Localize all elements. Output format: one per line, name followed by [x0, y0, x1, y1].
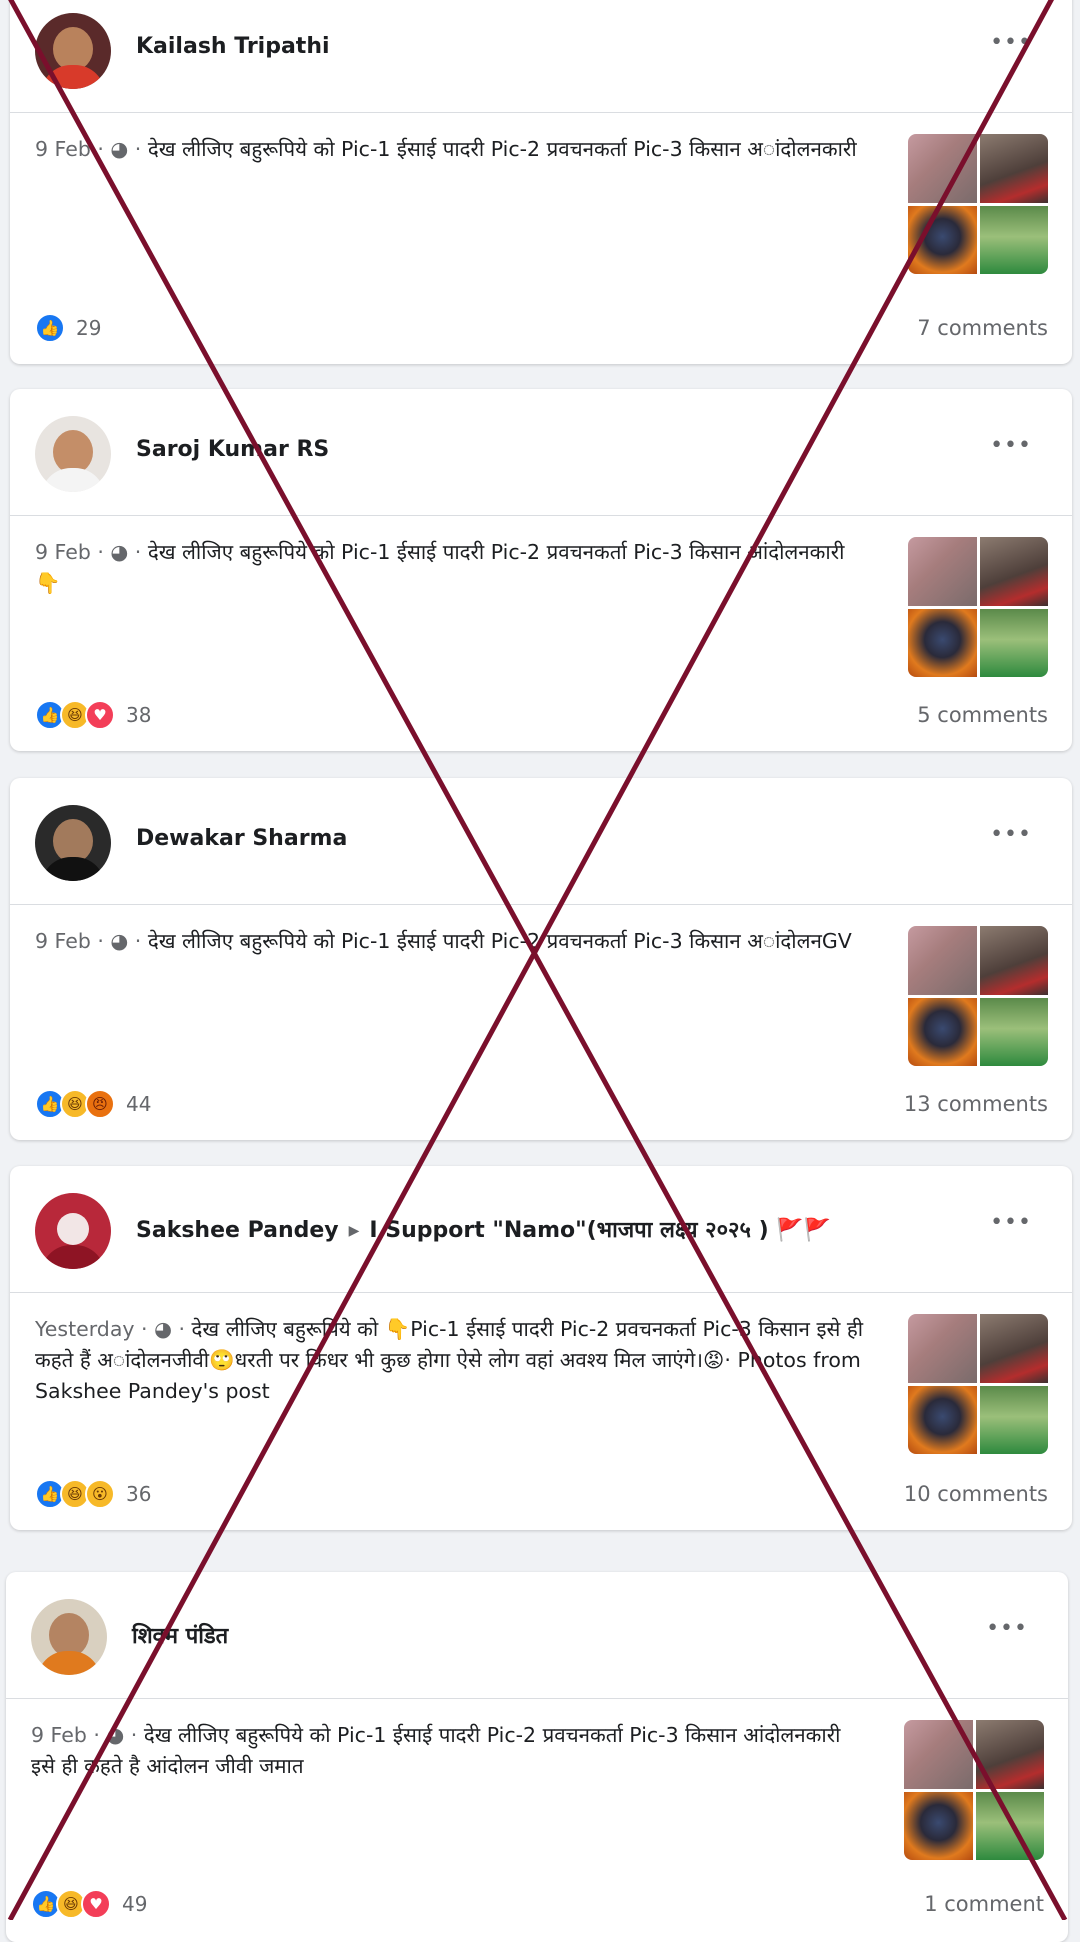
love-reaction-icon: ♥ — [85, 700, 115, 730]
post-body: देख लीजिए बहुरूपिये को Pic-1 ईसाई पादरी … — [147, 929, 852, 953]
angry-reaction-icon: 😠 — [85, 1089, 115, 1119]
author-name[interactable]: Kailash Tripathi — [136, 34, 330, 59]
photo-thumbnail[interactable] — [908, 1314, 977, 1383]
post-timestamp[interactable]: Yesterday — [35, 1317, 135, 1341]
post-text: 9 Feb · ◕ · देख लीजिए बहुरूपिये को Pic-1… — [35, 134, 865, 165]
post-card: Sakshee Pandey ▶ I Support "Namo"(भाजपा लक… — [10, 1166, 1072, 1530]
photo-thumbnail[interactable] — [979, 926, 1048, 995]
post-text: 9 Feb · ◕ · देख लीजिए बहुरूपिये को Pic-1… — [35, 537, 865, 599]
comment-count-link[interactable]: 5 comments — [917, 703, 1048, 727]
post-body: देख लीजिए बहुरूपिये को Pic-1 ईसाई पादरी … — [147, 137, 857, 161]
post-card: Dewakar Sharma ••• 9 Feb · ◕ · देख लीजिए… — [10, 778, 1072, 1140]
post-header: Dewakar Sharma ••• — [10, 778, 1072, 905]
reaction-count: 49 — [122, 1892, 148, 1916]
photo-thumbnail[interactable] — [908, 205, 977, 274]
post-card: Kailash Tripathi ••• 9 Feb · ◕ · देख लीज… — [10, 0, 1072, 364]
post-card: Saroj Kumar RS ••• 9 Feb · ◕ · देख लीजिए… — [10, 389, 1072, 751]
like-reaction-icon: 👍 — [35, 313, 65, 343]
reaction-summary[interactable]: 👍 😆 ♥ 38 — [35, 699, 151, 731]
post-meta-separator: · ◕ · — [90, 929, 148, 953]
photo-thumbnail[interactable] — [908, 134, 977, 203]
photo-thumbnail[interactable] — [904, 1720, 973, 1789]
post-timestamp[interactable]: 9 Feb — [35, 540, 91, 564]
photo-thumbnail[interactable] — [908, 1385, 977, 1454]
comment-count-link[interactable]: 10 comments — [904, 1482, 1048, 1506]
photo-thumbnail[interactable] — [979, 1385, 1048, 1454]
post-text: 9 Feb · ◕ · देख लीजिए बहुरूपिये को Pic-1… — [31, 1720, 861, 1782]
photo-thumbnail[interactable] — [979, 1314, 1048, 1383]
comment-count-link[interactable]: 1 comment — [924, 1892, 1044, 1916]
post-timestamp[interactable]: 9 Feb — [35, 137, 91, 161]
avatar[interactable] — [35, 805, 111, 881]
avatar[interactable] — [35, 13, 111, 89]
reaction-count: 44 — [126, 1092, 152, 1116]
author-name[interactable]: Sakshee Pandey ▶ I Support "Namo"(भाजपा लक… — [136, 1214, 831, 1244]
photo-grid[interactable] — [908, 926, 1048, 1066]
photo-thumbnail[interactable] — [979, 134, 1048, 203]
photo-thumbnail[interactable] — [979, 205, 1048, 274]
post-timestamp[interactable]: 9 Feb — [35, 929, 91, 953]
more-options-icon[interactable]: ••• — [990, 30, 1032, 55]
post-meta-separator: · ◕ · — [134, 1317, 192, 1341]
post-card: शिवम पंडित ••• 9 Feb · ◕ · देख लीजिए बहु… — [6, 1572, 1068, 1942]
reaction-summary[interactable]: 👍 😆 ♥ 49 — [31, 1888, 147, 1920]
love-reaction-icon: ♥ — [81, 1889, 111, 1919]
post-meta-separator: · ◕ · — [90, 137, 148, 161]
comment-count-link[interactable]: 7 comments — [917, 316, 1048, 340]
photo-thumbnail[interactable] — [908, 926, 977, 995]
photo-grid[interactable] — [908, 1314, 1048, 1454]
reaction-summary[interactable]: 👍 😆 😠 44 — [35, 1088, 151, 1120]
post-text: Yesterday · ◕ · देख लीजिए बहुरूपिये को 👇… — [35, 1314, 865, 1407]
photo-thumbnail[interactable] — [908, 997, 977, 1066]
reaction-summary[interactable]: 👍 😆 😮 36 — [35, 1478, 151, 1510]
reaction-count: 38 — [126, 703, 152, 727]
photo-thumbnail[interactable] — [979, 537, 1048, 606]
post-header: Saroj Kumar RS ••• — [10, 389, 1072, 516]
photo-thumbnail[interactable] — [908, 608, 977, 677]
post-timestamp[interactable]: 9 Feb — [31, 1723, 87, 1747]
photo-thumbnail[interactable] — [979, 997, 1048, 1066]
more-options-icon[interactable]: ••• — [990, 822, 1032, 847]
post-meta-separator: · ◕ · — [86, 1723, 144, 1747]
photo-thumbnail[interactable] — [904, 1791, 973, 1860]
photo-grid[interactable] — [908, 537, 1048, 677]
author-name[interactable]: शिवम पंडित — [132, 1620, 228, 1650]
more-options-icon[interactable]: ••• — [990, 433, 1032, 458]
author-name[interactable]: Saroj Kumar RS — [136, 437, 329, 462]
avatar[interactable] — [35, 1193, 111, 1269]
avatar[interactable] — [35, 416, 111, 492]
comment-count-link[interactable]: 13 comments — [904, 1092, 1048, 1116]
photo-thumbnail[interactable] — [975, 1720, 1044, 1789]
reaction-count: 36 — [126, 1482, 152, 1506]
post-header: शिवम पंडित ••• — [6, 1572, 1068, 1699]
reaction-summary[interactable]: 👍 29 — [35, 312, 101, 344]
reaction-count: 29 — [76, 316, 102, 340]
photo-thumbnail[interactable] — [908, 537, 977, 606]
post-header: Sakshee Pandey ▶ I Support "Namo"(भाजपा लक… — [10, 1166, 1072, 1293]
photo-thumbnail[interactable] — [979, 608, 1048, 677]
post-body: देख लीजिए बहुरूपिये को Pic-1 ईसाई पादरी … — [35, 540, 845, 595]
post-meta-separator: · ◕ · — [90, 540, 148, 564]
avatar[interactable] — [31, 1599, 107, 1675]
more-options-icon[interactable]: ••• — [990, 1210, 1032, 1235]
group-name[interactable]: I Support "Namo"(भाजपा लक्ष्य २०२५ ) 🚩🚩 — [369, 1218, 831, 1243]
more-options-icon[interactable]: ••• — [986, 1616, 1028, 1641]
photo-grid[interactable] — [904, 1720, 1044, 1860]
post-body: देख लीजिए बहुरूपिये को Pic-1 ईसाई पादरी … — [31, 1723, 841, 1778]
post-text: 9 Feb · ◕ · देख लीजिए बहुरूपिये को Pic-1… — [35, 926, 865, 957]
wow-reaction-icon: 😮 — [85, 1479, 115, 1509]
shared-to-arrow-icon: ▶ — [348, 1223, 360, 1239]
photo-thumbnail[interactable] — [975, 1791, 1044, 1860]
post-header: Kailash Tripathi ••• — [10, 0, 1072, 113]
author-name[interactable]: Dewakar Sharma — [136, 826, 347, 851]
photo-grid[interactable] — [908, 134, 1048, 274]
